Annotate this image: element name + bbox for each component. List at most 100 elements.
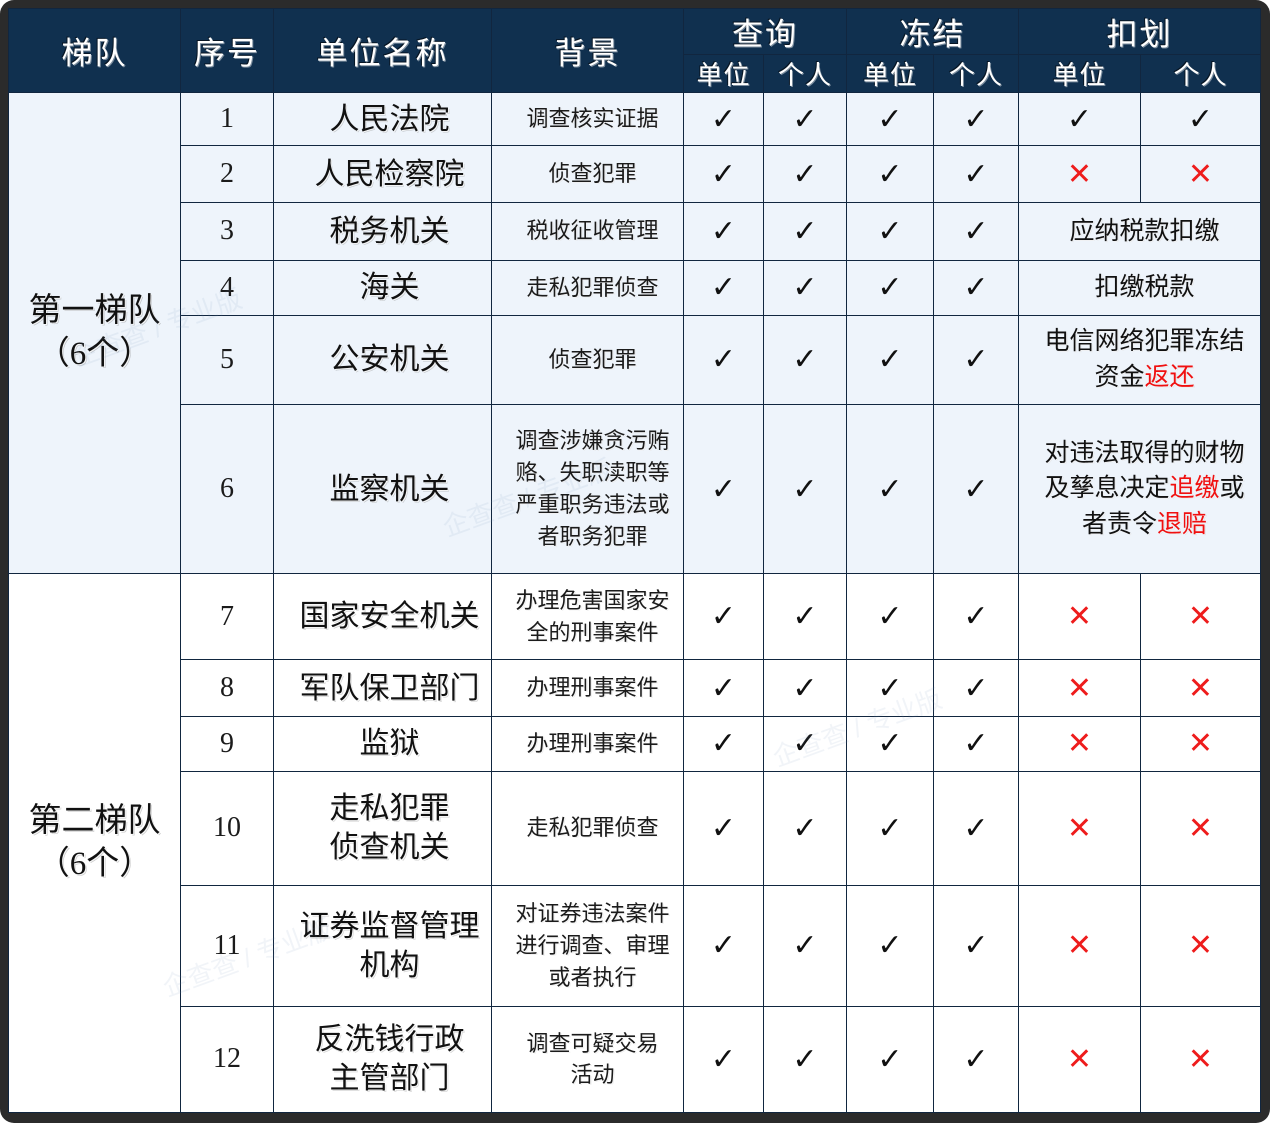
- deduct-note-line: 扣缴税款: [1029, 270, 1260, 306]
- unit-name-line: 公安机关: [329, 343, 450, 377]
- deduct-note-cell: 电信网络犯罪冻结资金返还: [1018, 314, 1261, 405]
- unit-name-cell: 走私犯罪 侦查机关: [273, 770, 492, 887]
- mark-query-person-check-icon: ✓: [763, 403, 847, 575]
- unit-name-cell: 证券监督管理 机构: [273, 885, 492, 1007]
- row-number: 12: [180, 1005, 274, 1114]
- background-line: 对证券违法案件: [515, 901, 670, 927]
- authority-powers-table: 梯队 序号 单位名称 背景 查询 冻结 扣划 单位 个人 单位 个人 单位 个人: [8, 8, 1261, 1114]
- background-line: 侦查犯罪: [548, 346, 637, 372]
- row-number: 5: [180, 314, 274, 405]
- background-cell: 办理刑事案件: [491, 659, 684, 718]
- unit-name-cell: 人民法院: [273, 92, 492, 146]
- mark-freeze-unit-check-icon: ✓: [846, 885, 934, 1007]
- header-query-person: 个人: [763, 54, 847, 93]
- background-line: 活动: [570, 1062, 615, 1088]
- unit-name-cell: 监察机关: [273, 403, 492, 575]
- background-line: 走私犯罪侦查: [526, 815, 659, 841]
- table-head: 梯队 序号 单位名称 背景 查询 冻结 扣划 单位 个人 单位 个人 单位 个人: [8, 8, 1261, 93]
- deduct-note-line: 及孳息决定追缴或: [1029, 471, 1260, 507]
- mark-deduct-person-cross-icon: ✕: [1140, 573, 1261, 661]
- background-cell: 对证券违法案件 进行调查、审理 或者执行: [491, 885, 684, 1007]
- mark-query-unit-check-icon: ✓: [683, 1005, 764, 1114]
- deduct-note-text: 资金: [1094, 363, 1145, 391]
- mark-freeze-person-check-icon: ✓: [933, 314, 1019, 405]
- mark-query-unit-check-icon: ✓: [683, 92, 764, 146]
- background-line: 走私犯罪侦查: [526, 274, 659, 300]
- unit-name-cell: 海关: [273, 259, 492, 316]
- unit-name-line: 监狱: [359, 727, 420, 761]
- background-line: 全的刑事案件: [526, 619, 659, 645]
- mark-freeze-person-check-icon: ✓: [933, 659, 1019, 718]
- mark-freeze-person-check-icon: ✓: [933, 885, 1019, 1007]
- deduct-note-text: 及孳息决定: [1044, 475, 1170, 503]
- mark-freeze-person-check-icon: ✓: [933, 144, 1019, 204]
- mark-deduct-unit-cross-icon: ✕: [1018, 573, 1141, 661]
- mark-freeze-unit-check-icon: ✓: [846, 259, 934, 316]
- table-row: 3 税务机关 税收征收管理 ✓ ✓ ✓ ✓ 应纳税款扣缴: [9, 202, 1261, 261]
- background-cell: 税收征收管理: [491, 202, 684, 261]
- unit-name-cell: 反洗钱行政 主管部门: [273, 1005, 492, 1114]
- table-row: 第二梯队 （6个） 7 国家安全机关 办理危害国家安 全的刑事案件 ✓ ✓ ✓ ✓ ✕ ✕: [8, 573, 1261, 1113]
- outer-frame: 梯队 序号 单位名称 背景 查询 冻结 扣划 单位 个人 单位 个人 单位 个人: [0, 0, 1270, 1123]
- mark-query-person-check-icon: ✓: [763, 92, 847, 146]
- table-body: 第一梯队 （6个） 1 人民法院 调查核实证据 ✓ ✓ ✓ ✓ ✓ ✓ 2 人民检察院 侦查犯罪 ✓ ✓ ✓ ✓ ✕…: [8, 91, 1261, 1114]
- row-number: 7: [180, 573, 274, 661]
- header-query-unit: 单位: [683, 54, 764, 93]
- mark-freeze-person-check-icon: ✓: [933, 403, 1019, 575]
- background-cell: 走私犯罪侦查: [491, 259, 684, 316]
- background-cell: 走私犯罪侦查: [491, 770, 684, 887]
- row-number: 4: [180, 259, 274, 316]
- unit-name-line: 反洗钱行政: [314, 1023, 465, 1057]
- deduct-note-highlight: 返还: [1144, 363, 1195, 391]
- table-row: 10 走私犯罪 侦查机关 走私犯罪侦查 ✓ ✓ ✓ ✓ ✕ ✕: [9, 770, 1261, 887]
- table-row: 12 反洗钱行政 主管部门 调查可疑交易 活动 ✓ ✓ ✓ ✓ ✕ ✕: [9, 1005, 1261, 1114]
- unit-name-line: 人民法院: [329, 102, 450, 136]
- mark-freeze-unit-check-icon: ✓: [846, 716, 934, 772]
- mark-query-person-check-icon: ✓: [763, 716, 847, 772]
- mark-freeze-person-check-icon: ✓: [933, 770, 1019, 887]
- unit-name-cell: 人民检察院: [273, 144, 492, 204]
- mark-deduct-person-cross-icon: ✕: [1140, 144, 1261, 204]
- table-row: 2 人民检察院 侦查犯罪 ✓ ✓ ✓ ✓ ✕ ✕: [9, 144, 1261, 204]
- deduct-note-line: 资金返还: [1029, 360, 1260, 396]
- mark-query-unit-check-icon: ✓: [683, 659, 764, 718]
- background-cell: 办理危害国家安 全的刑事案件: [491, 573, 684, 661]
- mark-query-unit-check-icon: ✓: [683, 885, 764, 1007]
- mark-deduct-person-cross-icon: ✕: [1140, 885, 1261, 1007]
- mark-freeze-unit-check-icon: ✓: [846, 573, 934, 661]
- deduct-note-text: 电信网络犯罪冻结: [1044, 328, 1245, 356]
- mark-freeze-unit-check-icon: ✓: [846, 144, 934, 204]
- unit-name-line: 主管部门: [329, 1062, 450, 1096]
- mark-deduct-unit-cross-icon: ✕: [1018, 144, 1141, 204]
- mark-query-person-check-icon: ✓: [763, 885, 847, 1007]
- unit-name-line: 人民检察院: [314, 157, 465, 191]
- header-group-query: 查询: [683, 8, 847, 55]
- deduct-note-line: 应纳税款扣缴: [1029, 214, 1260, 250]
- mark-freeze-unit-check-icon: ✓: [846, 403, 934, 575]
- background-line: 办理危害国家安: [515, 587, 670, 613]
- mark-freeze-unit-check-icon: ✓: [846, 314, 934, 405]
- mark-query-person-check-icon: ✓: [763, 573, 847, 661]
- row-number: 6: [180, 403, 274, 575]
- header-deduct-unit: 单位: [1018, 54, 1141, 93]
- header-group-freeze: 冻结: [846, 8, 1019, 55]
- deduct-note-line: 电信网络犯罪冻结: [1029, 324, 1260, 360]
- table-row: 4 海关 走私犯罪侦查 ✓ ✓ ✓ ✓ 扣缴税款: [9, 259, 1261, 316]
- background-line: 进行调查、审理: [515, 933, 670, 958]
- unit-name-line: 税务机关: [329, 214, 450, 248]
- header-tier: 梯队: [8, 8, 181, 93]
- unit-name-line: 侦查机关: [329, 831, 450, 865]
- tier-label-cell: 第二梯队 （6个）: [8, 573, 181, 1113]
- background-line: 调查可疑交易: [526, 1030, 659, 1056]
- deduct-note-line: 者责令退赔: [1029, 507, 1260, 543]
- row-number: 3: [180, 202, 274, 261]
- deduct-note-cell: 扣缴税款: [1018, 259, 1261, 316]
- mark-query-person-check-icon: ✓: [763, 144, 847, 204]
- mark-deduct-unit-cross-icon: ✕: [1018, 716, 1141, 772]
- mark-deduct-unit-cross-icon: ✕: [1018, 885, 1141, 1007]
- header-unit-name: 单位名称: [273, 8, 492, 93]
- header-freeze-unit: 单位: [846, 54, 934, 93]
- deduct-note-text: 扣缴税款: [1094, 273, 1195, 301]
- deduct-note-text: 者责令: [1081, 510, 1157, 538]
- row-number: 11: [180, 885, 274, 1007]
